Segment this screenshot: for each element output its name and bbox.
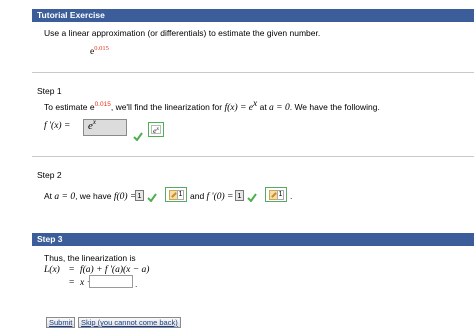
- linearization-eq2: =: [69, 278, 75, 288]
- step2-fp0-text: and f '(0) =: [190, 191, 233, 202]
- correct-check-icon: [247, 193, 257, 202]
- fp0-answer-field[interactable]: 1: [235, 190, 244, 201]
- submit-button[interactable]: Submit: [46, 317, 76, 328]
- step1-text: To estimate e0.015, we'll find the linea…: [44, 99, 380, 113]
- step2-title: Step 2: [37, 170, 62, 180]
- problem-expr-exponent: 0.015: [94, 45, 109, 52]
- divider: [32, 156, 474, 157]
- step2-text: At a = 0, we have f(0) =: [44, 191, 136, 202]
- step2-f0-label: f(0) =: [113, 192, 137, 202]
- derivative-answer-value: ex: [88, 118, 96, 132]
- step2-end: .: [290, 191, 293, 201]
- linearization-end: .: [135, 279, 138, 289]
- step1-text-d: . We have the following.: [289, 102, 380, 112]
- tutorial-title: Tutorial Exercise: [37, 10, 105, 20]
- derivative-answer-field[interactable]: ex: [83, 118, 127, 136]
- linearization-formula: f(a) + f '(a)(x − a): [80, 265, 150, 275]
- step1-exponent: 0.015: [94, 101, 111, 108]
- divider: [32, 72, 474, 73]
- step3-header: Step 3: [32, 233, 474, 246]
- f0-key-value: 1: [177, 190, 184, 200]
- tutorial-header: Tutorial Exercise: [32, 9, 474, 22]
- step2-fp0-label: f '(0) =: [206, 192, 234, 202]
- f0-key-button[interactable]: 1: [165, 187, 187, 202]
- f0-answer-field[interactable]: 1: [135, 190, 144, 201]
- derivative-key-button[interactable]: ex: [148, 122, 164, 137]
- problem-expression: e0.015: [90, 45, 109, 57]
- step1-fx: f(x) = e: [224, 103, 254, 113]
- derivative-answer-exponent: x: [92, 118, 96, 126]
- fp0-key-value: 1: [277, 190, 284, 200]
- linearization-lhs: L(x): [44, 265, 60, 275]
- step1-fx-exponent: x: [253, 99, 258, 109]
- derivative-key-exponent: x: [156, 126, 159, 132]
- step1-a-equals: a = 0: [269, 103, 290, 113]
- derivative-key-value: ex: [151, 125, 161, 135]
- skip-button[interactable]: Skip (you cannot come back): [78, 317, 181, 328]
- step3-text: Thus, the linearization is: [44, 253, 136, 263]
- step3-title: Step 3: [37, 234, 63, 244]
- step1-title: Step 1: [37, 86, 62, 96]
- step1-text-b: , we'll find the linearization for: [110, 102, 225, 112]
- step2-a-equals: a = 0: [54, 192, 76, 202]
- linearization-constant-input[interactable]: [89, 275, 133, 288]
- derivative-label: f '(x) =: [44, 121, 71, 131]
- linearization-eq1: =: [69, 265, 75, 275]
- step2-text-a: At: [44, 191, 55, 201]
- correct-check-icon: [147, 193, 157, 202]
- problem-instruction: Use a linear approximation (or different…: [44, 28, 321, 38]
- step2-and: and: [190, 191, 207, 201]
- step1-text-c: at: [257, 102, 270, 112]
- correct-check-icon: [133, 132, 143, 141]
- step1-text-a: To estimate e: [44, 102, 95, 112]
- step2-text-b: , we have: [75, 191, 114, 201]
- fp0-key-button[interactable]: 1: [265, 187, 287, 202]
